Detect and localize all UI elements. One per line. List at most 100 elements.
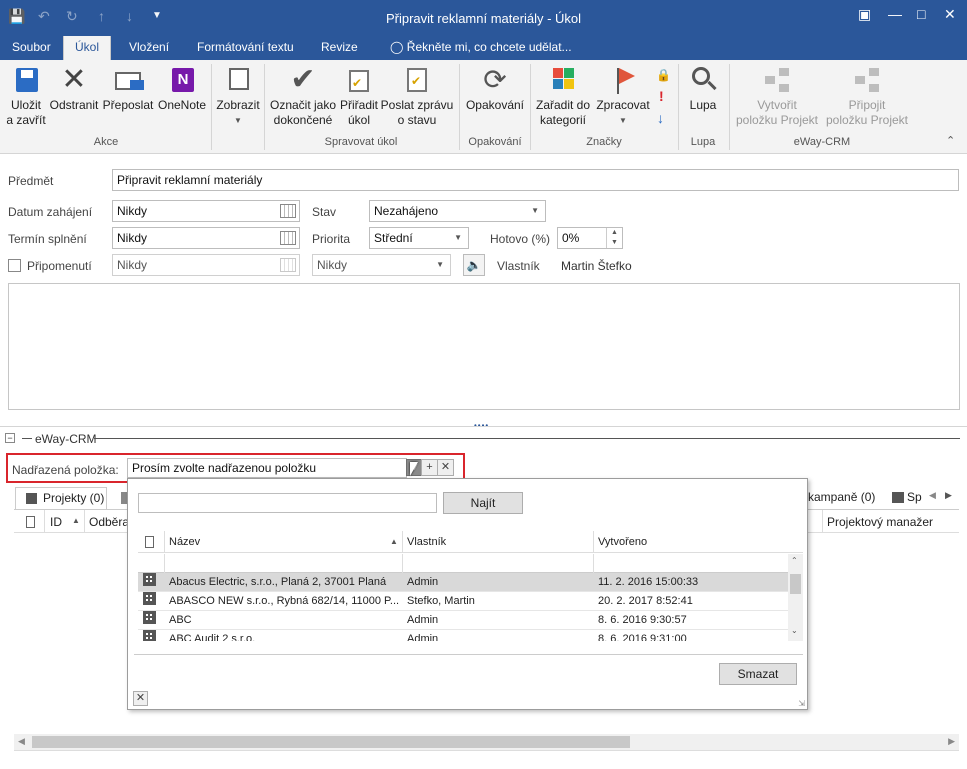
tab-review[interactable]: Revize: [313, 36, 366, 60]
row-name: ABASCO NEW s.r.o., Rybná 682/14, 11000 P…: [169, 595, 399, 607]
company-icon: [143, 611, 156, 624]
create-project-button[interactable]: Vytvořit položku Projekt: [732, 64, 822, 128]
divider: [593, 554, 594, 573]
clear-button[interactable]: Smazat: [719, 663, 797, 685]
picker-filter-row[interactable]: [138, 554, 803, 573]
divider: [164, 531, 165, 552]
show-button[interactable]: Zobrazit ▼: [214, 64, 262, 128]
picker-vertical-scrollbar[interactable]: ⌃ ⌄: [788, 554, 803, 641]
speaker-icon[interactable]: 🔈: [463, 254, 485, 276]
tab-insert[interactable]: Vložení: [121, 36, 177, 60]
zoom-button[interactable]: Lupa: [681, 64, 725, 113]
chevron-down-icon: ▼: [234, 116, 242, 125]
table-row[interactable]: ABC Admin 8. 6. 2016 9:30:57: [138, 611, 788, 630]
collapse-section-icon[interactable]: −: [5, 433, 15, 443]
divider: [0, 426, 967, 427]
lock-icon[interactable]: 🔒: [656, 68, 671, 82]
tab-scroll-right-icon[interactable]: ▶: [945, 490, 952, 501]
send-status-button[interactable]: ✔ Poslat zprávu o stavu: [380, 64, 454, 128]
scrollbar-thumb[interactable]: [790, 574, 801, 594]
reminder-date-input[interactable]: Nikdy: [112, 254, 300, 276]
low-importance-icon[interactable]: ↓: [657, 110, 664, 126]
high-importance-icon[interactable]: !: [659, 88, 664, 104]
tab-file[interactable]: Soubor: [4, 36, 59, 60]
maximize-button[interactable]: □: [917, 6, 925, 22]
assign-task-button[interactable]: ✔ Přiřadit úkol: [338, 64, 380, 128]
envelope-icon: [112, 64, 144, 96]
calendar-icon[interactable]: [280, 258, 296, 272]
column-id[interactable]: ID: [50, 515, 62, 529]
reminder-time-select[interactable]: Nikdy ▼: [312, 254, 451, 276]
parent-item-input[interactable]: Prosím zvolte nadřazenou položku: [127, 458, 407, 478]
ribbon-display-icon[interactable]: ▣: [858, 6, 871, 23]
picker-search-input[interactable]: [138, 493, 437, 513]
table-row[interactable]: ABASCO NEW s.r.o., Rybná 682/14, 11000 P…: [138, 592, 788, 611]
save-close-button[interactable]: Uložit a zavřít: [4, 64, 48, 128]
link-project-button[interactable]: Připojit položku Projekt: [822, 64, 912, 128]
forward-button[interactable]: Přeposlat: [101, 64, 155, 113]
delete-button[interactable]: ✕ Odstranit: [48, 64, 100, 113]
table-row[interactable]: ABC Audit 2 s.r.o. Admin 8. 6. 2016 9:31…: [138, 630, 788, 641]
priority-value: Střední: [374, 231, 413, 245]
status-select[interactable]: Nezahájeno ▼: [369, 200, 546, 222]
spinner-arrows-icon[interactable]: ▲ ▼: [606, 228, 622, 248]
tab-projects[interactable]: Projekty (0): [15, 487, 107, 509]
scroll-right-icon[interactable]: ▶: [948, 736, 955, 747]
close-popup-button[interactable]: ✕: [133, 691, 148, 706]
tab-format-text[interactable]: Formátování textu: [189, 36, 302, 60]
row-name: ABC: [169, 614, 192, 626]
tell-me-box[interactable]: ◯ Řekněte mi, co chcete udělat...: [382, 36, 580, 60]
divider: [44, 510, 45, 533]
magnifier-icon: [687, 64, 719, 96]
percent-complete-input[interactable]: 0% ▲ ▼: [557, 227, 623, 249]
onenote-button[interactable]: N OneNote: [155, 64, 209, 113]
tab-sp[interactable]: Sp: [907, 490, 922, 504]
add-parent-button[interactable]: +: [421, 459, 438, 476]
scrollbar-thumb[interactable]: [32, 736, 630, 748]
minimize-button[interactable]: —: [888, 6, 902, 22]
mark-complete-button[interactable]: ✔ Označit jako dokončené: [267, 64, 339, 128]
row-created: 8. 6. 2016 9:30:57: [598, 614, 687, 626]
scroll-up-icon[interactable]: ⌃: [791, 556, 798, 565]
follow-up-button[interactable]: Zpracovat ▼: [594, 64, 652, 128]
mouse-cursor-icon: [410, 462, 418, 476]
tab-campaigns[interactable]: kampaně (0): [808, 490, 875, 504]
scroll-down-icon[interactable]: ⌄: [791, 626, 798, 635]
reminder-checkbox[interactable]: [8, 259, 21, 272]
group-manage-task-label: Spravovat úkol: [324, 136, 398, 148]
start-date-input[interactable]: Nikdy: [112, 200, 300, 222]
row-name: Abacus Electric, s.r.o., Planá 2, 37001 …: [169, 576, 387, 588]
calendar-icon[interactable]: [280, 231, 296, 245]
column-created[interactable]: Vytvořeno: [598, 536, 647, 548]
column-customer[interactable]: Odběra: [89, 515, 129, 529]
resize-grip-icon[interactable]: ⇲: [798, 699, 805, 708]
column-name[interactable]: Název: [169, 536, 200, 548]
task-body-textarea[interactable]: [8, 283, 960, 410]
column-owner[interactable]: Vlastník: [407, 536, 446, 548]
table-row[interactable]: Abacus Electric, s.r.o., Planá 2, 37001 …: [138, 573, 788, 592]
tab-task[interactable]: Úkol: [63, 36, 111, 60]
row-owner: Admin: [407, 633, 439, 641]
recurrence-button[interactable]: ⟳ Opakování: [462, 64, 528, 113]
ribbon-tabs: Soubor Úkol Vložení Formátování textu Re…: [0, 36, 967, 60]
categorize-label: Zařadit do kategorií: [535, 98, 591, 127]
horizontal-scrollbar[interactable]: ◀ ▶: [14, 734, 959, 750]
building-icon: [892, 492, 904, 503]
create-project-icon: [761, 64, 793, 96]
collapse-ribbon-icon[interactable]: ⌃: [946, 134, 955, 147]
assign-task-label: Přiřadit úkol: [339, 98, 378, 127]
calendar-icon[interactable]: [280, 204, 296, 218]
show-label: Zobrazit: [216, 98, 260, 112]
due-date-input[interactable]: Nikdy: [112, 227, 300, 249]
scroll-left-icon[interactable]: ◀: [18, 736, 25, 747]
group-eway-label: eWay-CRM: [793, 136, 851, 148]
subject-input[interactable]: Připravit reklamní materiály: [112, 169, 959, 191]
categorize-button[interactable]: Zařadit do kategorií: [533, 64, 593, 128]
close-button[interactable]: ✕: [944, 6, 956, 23]
column-project-manager[interactable]: Projektový manažer: [827, 515, 933, 529]
clear-parent-button[interactable]: ✕: [437, 459, 454, 476]
project-icon: [26, 493, 37, 504]
tab-scroll-left-icon[interactable]: ◀: [929, 490, 936, 501]
find-button[interactable]: Najít: [443, 492, 523, 514]
priority-select[interactable]: Střední ▼: [369, 227, 469, 249]
